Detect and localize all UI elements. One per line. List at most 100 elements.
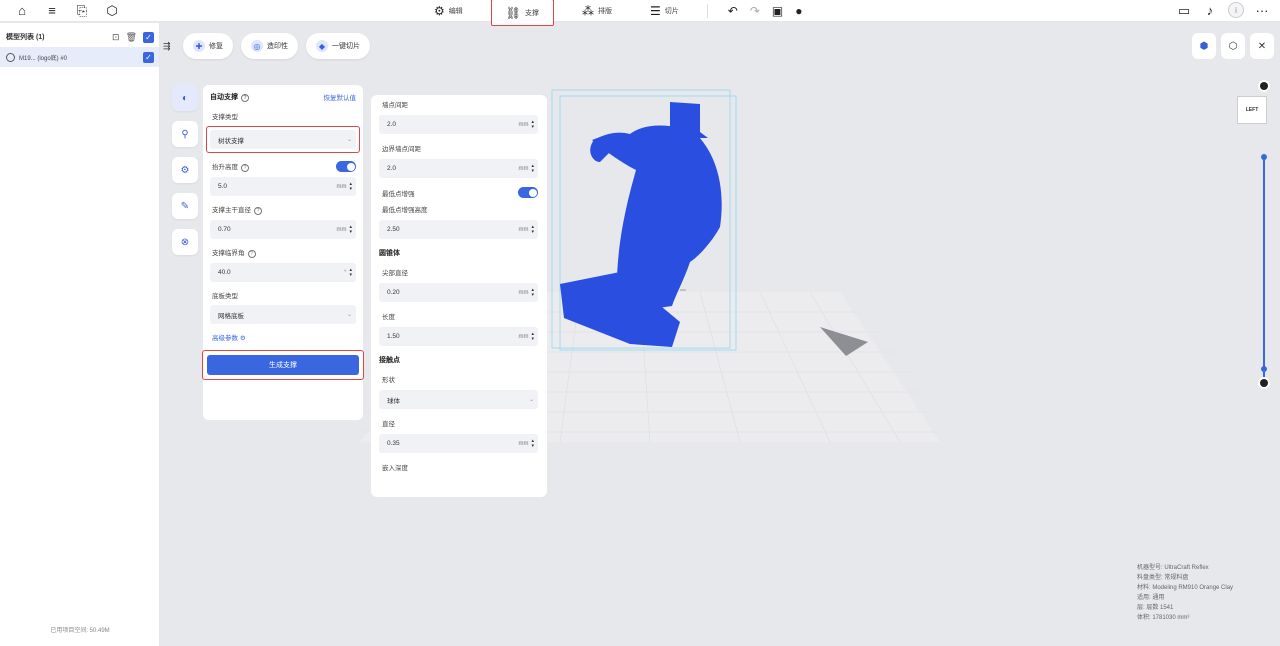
import-icon[interactable]: ⎘ (74, 2, 90, 18)
save-icon[interactable]: ▣ (772, 4, 783, 18)
layer-slider-top-handle[interactable] (1261, 154, 1267, 160)
cube-icon[interactable]: ⬡ (104, 2, 120, 18)
angle-label: 支撑临界角? (212, 247, 256, 258)
one-click-slice-label: 一键切片 (332, 43, 360, 50)
layout-icon: ⁂ (582, 4, 594, 18)
stepper-icon[interactable]: ▴ ▾ (531, 331, 534, 342)
advanced-params-link[interactable]: 高级参数 ⚙ (212, 332, 356, 342)
base-type-label: 底板类型 (212, 293, 238, 300)
diameter-input[interactable]: 0.35 mm ▴ ▾ (379, 434, 538, 453)
main-diameter-input[interactable]: 0.70 mm ▴ ▾ (210, 220, 356, 239)
view-perspective-icon[interactable]: ⬢ (1192, 33, 1216, 59)
tab-layout[interactable]: ⁂ 排版 (572, 0, 622, 22)
lift-height-input[interactable]: 5.0 mm ▴ ▾ (210, 177, 356, 196)
shape-select[interactable]: 球体 ⌄ (379, 390, 538, 409)
model-list-panel: 模型列表 (1) ⊡ 🗑 ✓ M19... (logo底) #0 ✓ 已用项目空… (0, 23, 160, 646)
model-icon (6, 52, 15, 62)
stepper-icon[interactable]: ▴ ▾ (531, 287, 534, 298)
info-volume: 体积: 1781030 mm³ (1137, 615, 1190, 621)
main-diameter-label: 支撑主干直径? (212, 204, 262, 215)
support-type-label: 支撑类型 (212, 114, 238, 121)
home-icon[interactable]: ⌂ (14, 2, 30, 18)
info-material: 材料: Modeling RM910 Orange Clay (1137, 585, 1234, 591)
manual-support-tool-icon[interactable]: ⚲ (172, 121, 198, 147)
unit-label: mm (336, 226, 347, 233)
storage-usage: 已用项目空间: 50.49M (50, 628, 110, 634)
one-click-slice-button[interactable]: ◆ 一键切片 (306, 33, 370, 59)
undo-icon[interactable]: ↶ (728, 4, 738, 18)
lowest-point-toggle[interactable] (518, 187, 538, 198)
remove-support-tool-icon[interactable]: ⊗ (172, 229, 198, 255)
stepper-icon[interactable]: ▴ ▾ (531, 438, 534, 449)
length-label: 长度 (382, 314, 395, 321)
unit-label: mm (518, 289, 529, 296)
lift-height-value: 5.0 (218, 183, 228, 190)
shape-value: 球体 (387, 397, 400, 405)
stepper-icon[interactable]: ▴ ▾ (531, 119, 534, 130)
hide-icon[interactable]: ✕ (1250, 33, 1274, 59)
unit-label: mm (518, 333, 529, 340)
collapse-icon[interactable]: ⊡ (112, 32, 120, 43)
divider (706, 4, 708, 18)
point-spacing-label: 墙点间距 (382, 102, 408, 109)
trash-icon[interactable]: 🗑 (126, 32, 137, 43)
tip-diameter-input[interactable]: 0.20 mm ▴ ▾ (379, 283, 538, 302)
support-settings-tool-icon[interactable]: ⚙ (172, 157, 198, 183)
shape-label: 形状 (382, 377, 395, 384)
model-list-item[interactable]: M19... (logo底) #0 ✓ (0, 47, 159, 67)
tip-diameter-value: 0.20 (387, 289, 400, 296)
support-type-select[interactable]: 树状支撑 ⌄ (210, 130, 356, 149)
view-ortho-icon[interactable]: ⬡ (1221, 33, 1245, 59)
print-info: 机器型号: UltraCraft Reflex 料盘类型: 常规料盘 材料: M… (1137, 563, 1233, 623)
tip-diameter-label: 尖部直径 (382, 270, 408, 277)
stepper-icon[interactable]: ▴ ▾ (349, 224, 352, 235)
tab-prepare[interactable]: ⚙ 编辑 (424, 0, 473, 22)
book-icon[interactable]: ▭ (1176, 2, 1192, 18)
layer-slider-bottom-button[interactable] (1258, 377, 1270, 389)
unit-label: mm (336, 183, 347, 190)
stepper-icon[interactable]: ▴ ▾ (349, 267, 352, 278)
layer-slider-top-button[interactable] (1258, 80, 1270, 92)
auto-support-tool-icon[interactable]: ◐ (172, 85, 198, 111)
panel-toggle-icon[interactable]: ⇶ (163, 41, 175, 52)
repair-button[interactable]: ✚ 修复 (183, 33, 233, 59)
model-checkbox[interactable]: ✓ (143, 51, 154, 63)
lift-height-toggle[interactable] (336, 161, 356, 172)
support-icon: ⛓ (505, 5, 521, 20)
redo-icon[interactable]: ↷ (750, 4, 760, 18)
tab-support[interactable]: ⛓ 支撑 (490, 0, 554, 26)
tab-label: 支撑 (525, 9, 539, 17)
restore-defaults-link[interactable]: 恢复默认值 (324, 92, 357, 102)
support-edit-tool-icon[interactable]: ✎ (172, 193, 198, 219)
select-all-checkbox[interactable]: ✓ (143, 31, 154, 43)
edge-spacing-input[interactable]: 2.0 mm ▴ ▾ (379, 159, 538, 178)
base-type-select[interactable]: 网格底板 ⌄ (210, 305, 356, 324)
stepper-icon[interactable]: ▴ ▾ (531, 224, 534, 235)
more-icon[interactable]: ··· (1254, 2, 1270, 18)
layer-slider-track[interactable] (1263, 155, 1265, 385)
edge-spacing-label: 边界墙点间距 (382, 146, 421, 153)
lowest-height-input[interactable]: 2.50 mm ▴ ▾ (379, 220, 538, 239)
angle-input[interactable]: 40.0 ° ▴ ▾ (210, 263, 356, 282)
avatar[interactable]: i (1228, 2, 1244, 18)
bell-icon[interactable]: ♪ (1202, 2, 1218, 18)
length-input[interactable]: 1.50 mm ▴ ▾ (379, 327, 538, 346)
menu-icon[interactable]: ≡ (44, 2, 60, 18)
stepper-icon[interactable]: ▴ ▾ (531, 163, 534, 174)
tab-label: 排版 (598, 8, 612, 15)
generate-support-button[interactable]: 生成支撑 (207, 355, 359, 375)
printability-label: 造印性 (267, 43, 288, 50)
tab-slice[interactable]: ☰ 切片 (640, 0, 689, 22)
view-cube[interactable]: LEFT (1237, 96, 1267, 124)
advanced-params-panel: 墙点间距 2.0 mm ▴ ▾ 边界墙点间距 2.0 mm ▴ ▾ 最低点增强 最低点增… (371, 95, 547, 497)
point-spacing-input[interactable]: 2.0 mm ▴ ▾ (379, 115, 538, 134)
unit-label: mm (518, 121, 529, 128)
github-icon[interactable]: ● (795, 4, 802, 18)
main-diameter-value: 0.70 (218, 226, 231, 233)
stepper-icon[interactable]: ▴ ▾ (349, 181, 352, 192)
printability-button[interactable]: ◎ 造印性 (241, 33, 298, 59)
unit-label: mm (518, 165, 529, 172)
unit-label: mm (518, 440, 529, 447)
bounding-box (551, 89, 737, 351)
layer-slider-bottom-handle[interactable] (1261, 366, 1267, 372)
